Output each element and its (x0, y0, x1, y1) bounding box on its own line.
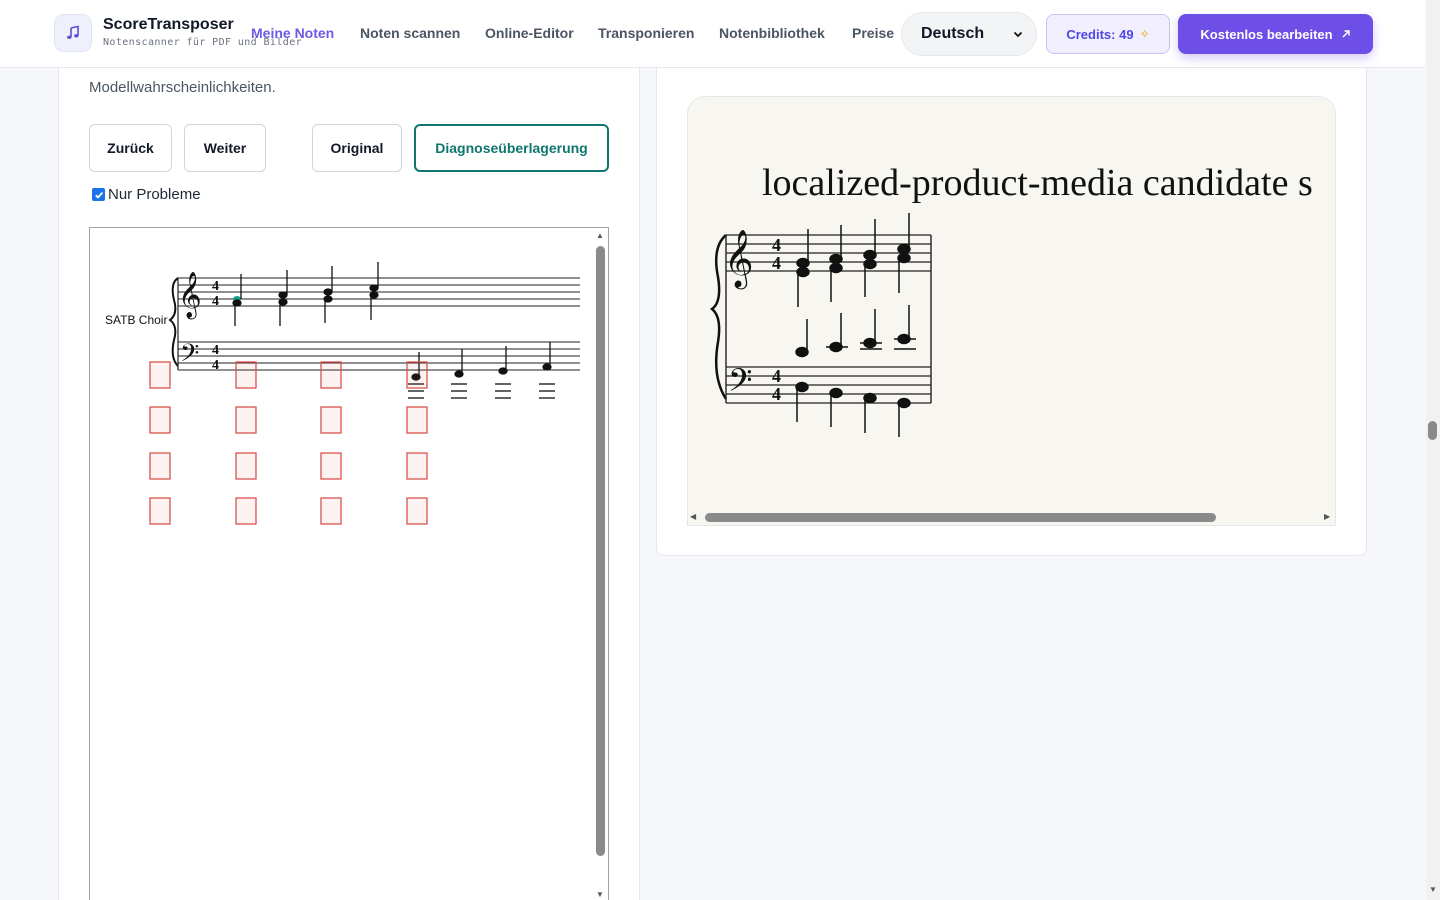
svg-text:4: 4 (772, 235, 781, 255)
only-problems-label: Nur Probleme (108, 186, 201, 203)
svg-text:4: 4 (212, 343, 219, 358)
scroll-up-arrow-icon[interactable]: ▲ (596, 232, 604, 240)
arrow-up-right-icon (1342, 30, 1350, 38)
credits-label: Credits: 49 (1066, 26, 1134, 42)
language-select[interactable]: Deutsch (901, 12, 1037, 56)
system-brace (168, 277, 179, 367)
preview-bass-notes (795, 305, 916, 437)
instrument-label: SATB Choir (105, 313, 167, 327)
svg-text:4: 4 (212, 279, 219, 294)
preview-time-signatures: 44 44 (772, 235, 781, 404)
scroll-right-arrow-icon[interactable]: ▶ (1324, 513, 1330, 521)
only-problems-checkbox[interactable] (92, 188, 105, 201)
music-note-icon (67, 25, 79, 39)
diagnosis-score-view[interactable]: SATB Choir 𝄞 𝄢 44 44 (89, 227, 609, 900)
svg-text:4: 4 (772, 253, 781, 273)
nav-transponieren[interactable]: Transponieren (598, 24, 694, 42)
svg-text:4: 4 (772, 366, 781, 386)
treble-clef-icon: 𝄞 (178, 272, 202, 320)
preview-treble-clef-icon: 𝄞 (724, 229, 754, 290)
nav-meine-noten[interactable]: Meine Noten (251, 24, 334, 42)
score-view-scrollbar-thumb[interactable] (596, 246, 605, 856)
preview-bass-staff (726, 366, 931, 404)
edit-free-button-label: Kostenlos bearbeiten (1200, 26, 1333, 42)
chevron-down-icon (1013, 31, 1023, 38)
time-signatures: 44 44 (212, 279, 219, 373)
preview-horizontal-scrollbar-thumb[interactable] (705, 513, 1216, 522)
checkmark-icon (94, 191, 103, 199)
scroll-left-arrow-icon[interactable]: ◀ (690, 513, 696, 521)
edit-free-button[interactable]: Kostenlos bearbeiten (1178, 14, 1373, 54)
language-select-value: Deutsch (921, 25, 985, 42)
next-button[interactable]: Weiter (184, 124, 266, 172)
sparkle-icon: ✧ (1139, 27, 1150, 41)
diagnosis-score-svg: SATB Choir 𝄞 𝄢 44 44 (105, 262, 580, 525)
page-scrollbar[interactable] (1426, 0, 1440, 900)
diagnosis-overlay-button[interactable]: Diagnoseüberlagerung (414, 124, 609, 172)
svg-text:4: 4 (212, 294, 219, 309)
app-logo[interactable] (54, 14, 92, 52)
treble-notes (232, 262, 379, 326)
only-problems-toggle[interactable]: Nur Probleme (92, 186, 201, 203)
score-preview[interactable]: localized-product-media candidate s 𝄞 𝄢 … (687, 96, 1336, 526)
original-view-button[interactable]: Original (312, 124, 402, 172)
scroll-down-arrow-icon[interactable]: ▼ (596, 891, 604, 899)
nav-noten-scannen[interactable]: Noten scannen (360, 24, 460, 42)
diagnosis-hint: Modellwahrscheinlichkeiten. (89, 79, 276, 96)
problem-boxes (149, 361, 428, 525)
preview-treble-notes (796, 213, 911, 307)
nav-online-editor[interactable]: Online-Editor (485, 24, 574, 42)
nav-preise[interactable]: Preise (852, 24, 894, 42)
nav-notenbibliothek[interactable]: Notenbibliothek (719, 24, 825, 42)
credits-badge[interactable]: Credits: 49 ✧ (1046, 14, 1170, 54)
bass-clef-icon: 𝄢 (180, 339, 199, 374)
svg-text:4: 4 (772, 384, 781, 404)
preview-bass-clef-icon: 𝄢 (728, 362, 752, 406)
page-scrollbar-thumb[interactable] (1428, 421, 1437, 440)
preview-score-svg: 𝄞 𝄢 44 44 (709, 213, 932, 437)
back-button[interactable]: Zurück (89, 124, 172, 172)
svg-text:4: 4 (212, 358, 219, 373)
top-navigation-bar: ScoreTransposer Notenscanner für PDF und… (0, 0, 1425, 68)
page-scroll-down-arrow-icon[interactable]: ▼ (1429, 886, 1437, 894)
